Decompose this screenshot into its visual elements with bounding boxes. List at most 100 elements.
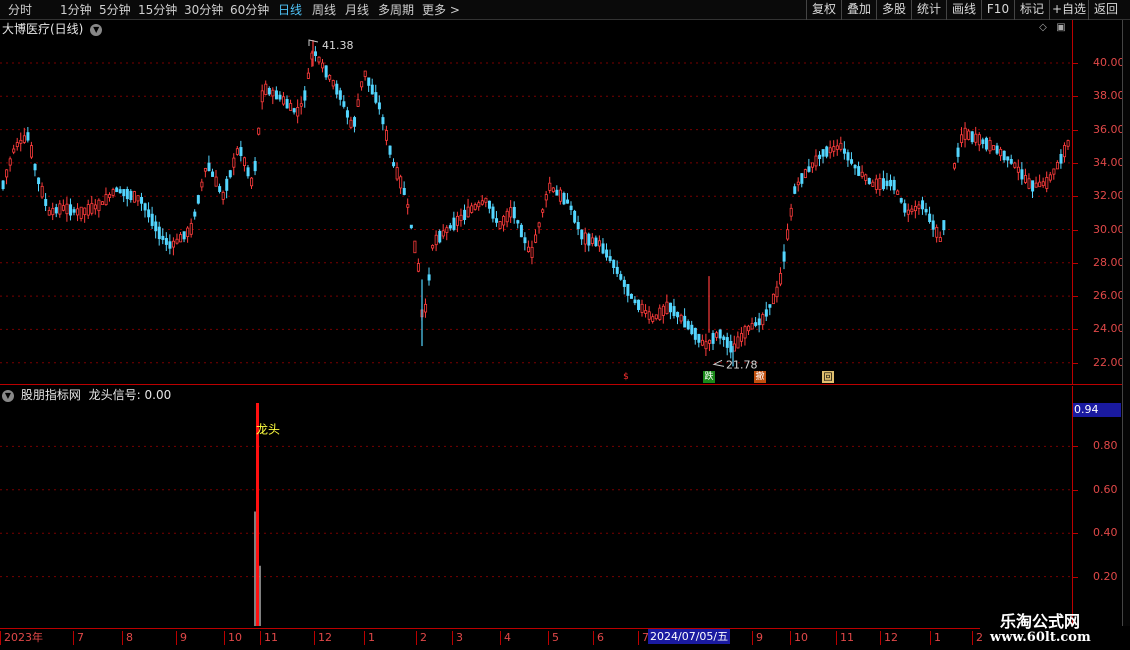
candle-up: [651, 316, 655, 322]
candle-up: [743, 326, 747, 339]
candle-down: [633, 299, 637, 304]
tab-1min[interactable]: 1分钟: [60, 1, 92, 19]
candle-up: [40, 185, 44, 198]
candle-up: [271, 89, 275, 97]
tab-30min[interactable]: 30分钟: [184, 1, 223, 19]
statistics-button[interactable]: 统计: [911, 0, 946, 20]
candle-up: [1038, 181, 1042, 188]
candle-down: [629, 293, 633, 299]
tab-monthly[interactable]: 月线: [345, 1, 369, 19]
restore-rights-button[interactable]: 复权: [806, 0, 841, 20]
draw-line-button[interactable]: 画线: [946, 0, 981, 20]
candle-up: [665, 301, 669, 315]
candle-up: [551, 187, 555, 192]
candle-up: [395, 167, 399, 180]
tab-60min[interactable]: 60分钟: [230, 1, 269, 19]
candle-up: [299, 103, 303, 107]
tab-15min[interactable]: 15分钟: [138, 1, 177, 19]
tab-5min[interactable]: 5分钟: [99, 1, 131, 19]
candle-down: [338, 90, 342, 100]
candle-down: [562, 192, 566, 205]
candle-down: [392, 162, 396, 167]
tab-more[interactable]: 更多 >: [422, 1, 460, 19]
candle-down: [246, 167, 250, 177]
window-toggle-icon[interactable]: ▣: [1056, 23, 1066, 33]
signal-badge[interactable]: $: [620, 371, 632, 383]
candle-down: [605, 249, 609, 258]
candle-down: [850, 159, 854, 164]
chevron-down-icon[interactable]: ▼: [2, 389, 14, 402]
candle-up: [97, 199, 101, 212]
candle-up: [108, 194, 112, 198]
high-price-label: 41.38: [322, 39, 354, 52]
diamond-icon[interactable]: ◇: [1038, 23, 1048, 33]
indicator-axis-tick: [1073, 533, 1078, 535]
candle-up: [232, 157, 236, 168]
candle-up: [399, 176, 403, 189]
candle-up: [750, 323, 754, 330]
tab-intraday[interactable]: 分时: [8, 1, 32, 19]
watermark-url: www.60lt.com: [990, 630, 1091, 645]
candle-down: [491, 206, 495, 219]
candle-up: [484, 197, 488, 203]
tab-weekly[interactable]: 周线: [312, 1, 336, 19]
back-button[interactable]: 返回: [1088, 0, 1123, 20]
date-axis-label: 8: [122, 631, 133, 645]
indicator-axis-tick: [1073, 446, 1078, 448]
candle-down: [566, 199, 570, 204]
candle-down: [669, 302, 673, 313]
candle-up: [761, 314, 765, 326]
candle-down: [846, 152, 850, 161]
date-axis-label: 1: [930, 631, 941, 645]
price-axis-tick: [1073, 296, 1078, 298]
candle-up: [12, 148, 16, 153]
indicator-chart[interactable]: 龙头: [0, 386, 1072, 626]
candle-up: [598, 240, 602, 247]
candle-up: [906, 209, 910, 215]
candle-down: [228, 170, 232, 178]
candle-up: [8, 158, 12, 166]
indicator-axis-label: 0.20: [1093, 569, 1118, 583]
date-axis-label: 6: [593, 631, 604, 645]
mark-button[interactable]: 标记: [1014, 0, 1049, 20]
multi-stock-button[interactable]: 多股: [876, 0, 911, 20]
candle-down: [768, 304, 772, 308]
overlay-button[interactable]: 叠加: [841, 0, 876, 20]
signal-badge[interactable]: 撤: [754, 371, 766, 383]
tab-multi-period[interactable]: 多周期: [378, 1, 414, 19]
main-chart-icons: ◇ ▣: [1038, 22, 1070, 36]
chevron-down-icon[interactable]: ▼: [90, 23, 103, 36]
candle-up: [186, 227, 190, 237]
candle-down: [26, 132, 30, 141]
candle-up: [874, 178, 878, 190]
indicator-current-value: 0.94: [1073, 403, 1121, 417]
candle-up: [61, 205, 65, 211]
signal-badge[interactable]: 跌: [703, 371, 715, 383]
candle-down: [594, 237, 598, 247]
indicator-axis-label: 0.60: [1093, 482, 1118, 496]
candle-up: [736, 336, 740, 349]
side-panel-strip[interactable]: [1122, 20, 1130, 626]
f10-button[interactable]: F10: [981, 0, 1014, 20]
candlestick-chart[interactable]: 41.38 21.78: [0, 20, 1072, 384]
candle-up: [590, 237, 594, 244]
candle-up: [1041, 181, 1045, 187]
candle-down: [37, 177, 41, 185]
indicator-axis-tick: [1073, 576, 1078, 578]
candle-up: [967, 130, 971, 140]
candle-down: [274, 90, 278, 100]
date-axis-label: 10: [224, 631, 242, 645]
tab-daily[interactable]: 日线: [278, 1, 302, 19]
candle-up: [1048, 174, 1052, 181]
signal-badge[interactable]: 回: [822, 371, 834, 383]
price-axis-tick: [1073, 63, 1078, 64]
candle-up: [189, 223, 193, 235]
candle-down: [764, 309, 768, 317]
candle-up: [434, 234, 438, 246]
candle-up: [260, 90, 264, 103]
candle-up: [988, 140, 992, 152]
add-favorite-button[interactable]: +自选: [1049, 0, 1088, 20]
candle-up: [803, 169, 807, 178]
candle-down: [601, 243, 605, 254]
candle-down: [345, 110, 349, 118]
